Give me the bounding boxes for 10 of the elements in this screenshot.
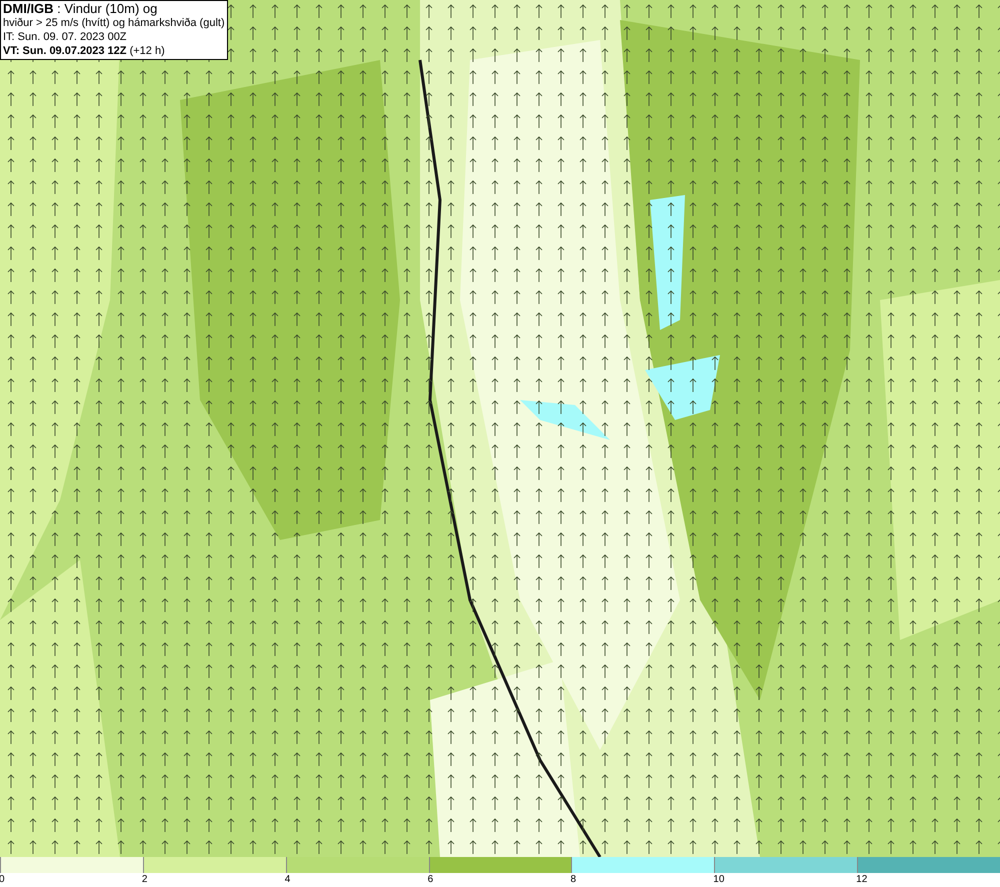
legend-label: 12 (856, 873, 868, 886)
header-line: VT: Sun. 09.07.2023 12Z (+12 h) (3, 44, 166, 58)
legend-label: 2 (142, 873, 148, 886)
header-line: IT: Sun. 09. 07. 2023 00Z (3, 30, 128, 44)
legend-label: 8 (570, 873, 576, 886)
header-line: DMI/IGB : Vindur (10m) og (3, 2, 158, 16)
legend-label: 4 (284, 873, 290, 886)
legend-label: 10 (713, 873, 724, 886)
header-line: hviður > 25 m/s (hvítt) og hámarkshviða (gult) (3, 16, 225, 30)
legend-label: 6 (428, 873, 434, 886)
